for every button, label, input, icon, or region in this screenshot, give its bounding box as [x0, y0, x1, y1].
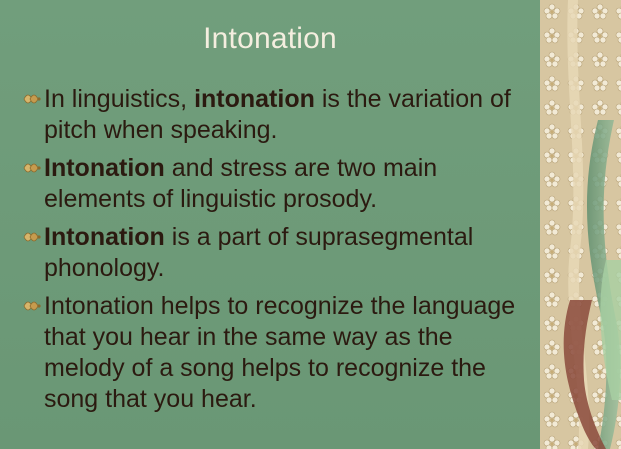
bullet-text-1-part-1: In linguistics, [44, 85, 195, 113]
bullet-item-4: Intonation helps to recognize the langua… [22, 291, 532, 415]
ornamental-bullet-icon [23, 94, 41, 104]
ornamental-bullet-icon [23, 163, 41, 173]
bullet-item-2: Intonation and stress are two main eleme… [22, 153, 532, 215]
ornamental-bullet-icon [23, 301, 41, 311]
ornamental-bullet-icon [23, 232, 41, 242]
bullet-item-1: In linguistics, intonation is the variat… [22, 84, 532, 146]
slide: Intonation In linguistics, intonation is… [0, 0, 621, 449]
bullet-text-1-part-2: intonation [194, 85, 315, 113]
floral-pattern-icon [540, 0, 621, 449]
bullet-list: In linguistics, intonation is the variat… [22, 84, 532, 422]
bullet-item-3: Intonation is a part of suprasegmental p… [22, 222, 532, 284]
bullet-text-3-part-1: Intonation [44, 223, 165, 251]
slide-title: Intonation [203, 22, 337, 55]
decorative-panel [540, 0, 621, 449]
bullet-text-4-part-1: Intonation helps to recognize the langua… [44, 292, 516, 413]
bullet-text-2-part-1: Intonation [44, 154, 165, 182]
